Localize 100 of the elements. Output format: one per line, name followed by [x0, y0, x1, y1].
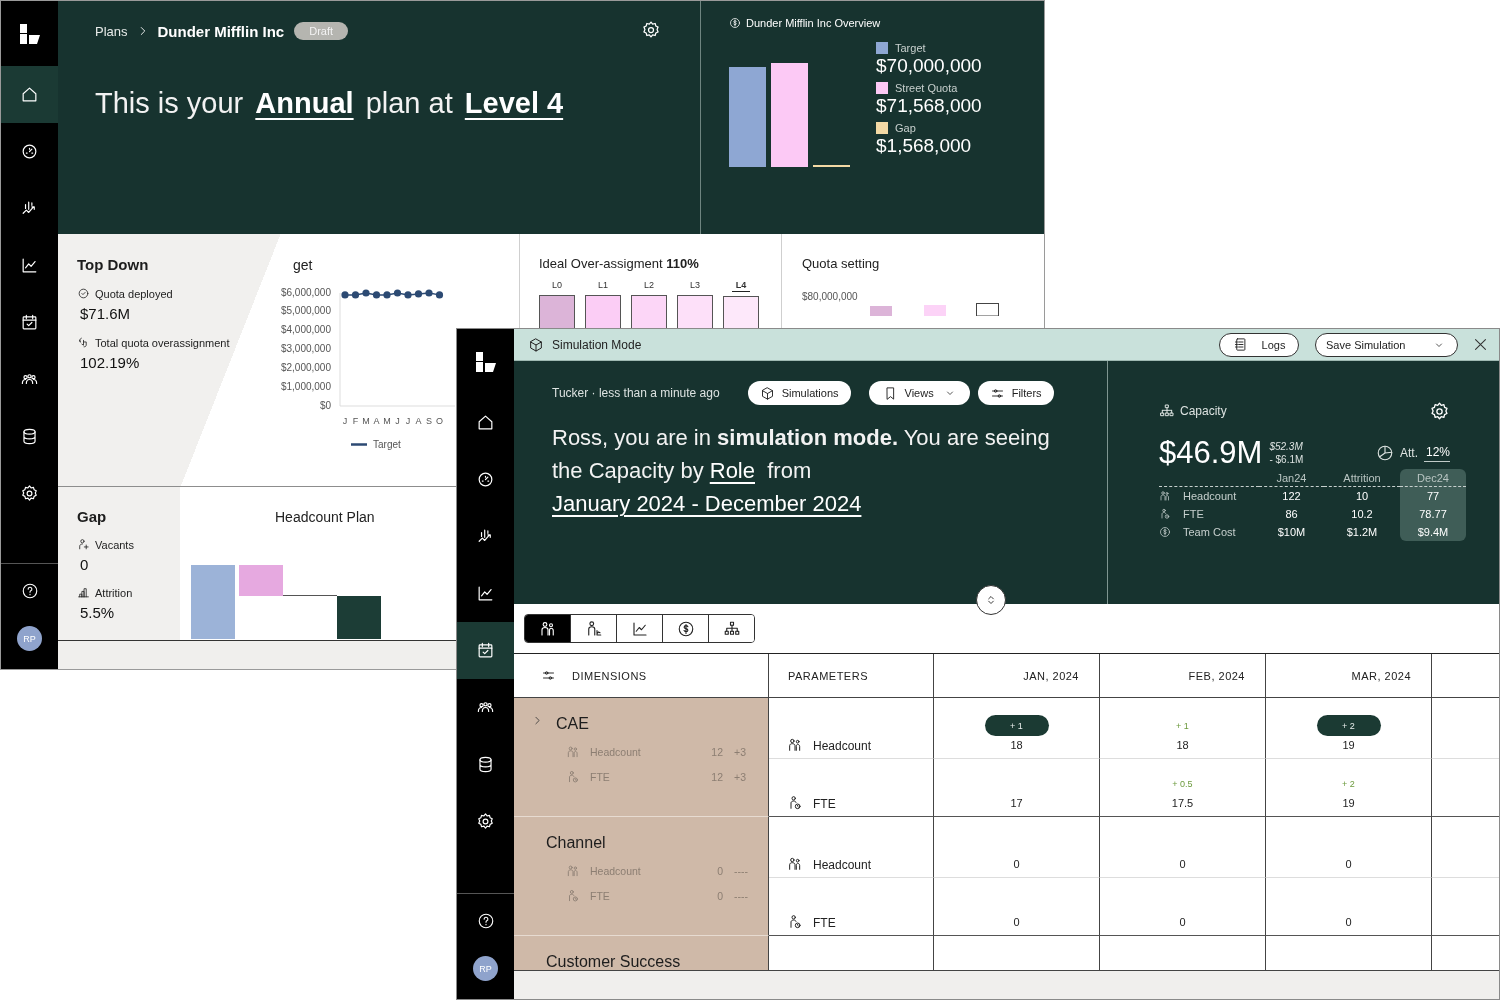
- pie-chart-icon: [1376, 444, 1394, 462]
- attrition-field[interactable]: 12%: [1424, 444, 1450, 462]
- column-header: FEB, 2024: [1188, 669, 1245, 682]
- views-dropdown[interactable]: Views: [868, 381, 970, 405]
- data-point: [393, 289, 402, 297]
- breadcrumb-link[interactable]: Plans: [95, 23, 128, 39]
- table-cell: 0: [1345, 858, 1352, 870]
- column-header: Dec24: [1400, 469, 1466, 487]
- table-cell-text: 122: [1281, 489, 1302, 504]
- role-link[interactable]: Role: [709, 458, 755, 483]
- table-cell: 19: [1342, 739, 1355, 751]
- axis-tick-label: $4,000,000: [280, 324, 331, 336]
- people-icon: [538, 619, 557, 638]
- column-header: DIMENSIONS: [572, 669, 647, 682]
- level-link[interactable]: Level 4: [464, 87, 564, 119]
- gauge-icon: [476, 470, 495, 489]
- table-cell: $9.4M: [1400, 523, 1466, 541]
- panel-title: Capacity: [1180, 404, 1227, 418]
- card-title: Ideal Over-assigment 110%: [539, 256, 700, 271]
- logs-button[interactable]: Logs: [1219, 332, 1299, 357]
- settings-icon: [20, 484, 39, 503]
- database-icon: [20, 427, 39, 446]
- summary-delta: +3: [734, 745, 746, 758]
- row-label: FTE: [1183, 508, 1204, 520]
- calendar-icon: [20, 313, 39, 332]
- summary-label: Headcount: [590, 864, 642, 877]
- logo: [474, 350, 497, 373]
- table-cell: 0: [1013, 858, 1020, 870]
- table-cell: 18: [1176, 739, 1189, 751]
- parameter-label: FTE: [813, 797, 836, 811]
- people-icon: [787, 737, 803, 753]
- legend-label: Target: [895, 42, 926, 54]
- people-icon: [1159, 490, 1171, 502]
- breadcrumb-current: Dunder Mifflin Inc: [157, 22, 285, 40]
- view-tab[interactable]: [525, 615, 571, 642]
- simulations-button[interactable]: Simulations: [747, 381, 851, 405]
- close-button[interactable]: [1472, 336, 1489, 353]
- org-chart-icon: [722, 619, 741, 638]
- axis-tick-label: O: [436, 416, 443, 426]
- data-point: [362, 289, 370, 297]
- summary-count: 0: [716, 889, 723, 902]
- home-icon: [20, 85, 39, 104]
- group-name: CAE: [556, 715, 589, 733]
- level-tab[interactable]: L1: [598, 280, 608, 291]
- nav-item[interactable]: [457, 622, 514, 679]
- plan-headline: This is your Annual plan at Level 4: [95, 87, 565, 120]
- line-chart-icon: [20, 256, 39, 275]
- level-tab[interactable]: L2: [644, 280, 654, 291]
- column-header: PARAMETERS: [788, 669, 868, 682]
- summary-delta: ----: [734, 889, 748, 902]
- logo: [18, 22, 41, 45]
- table-cell-text: 10: [1354, 489, 1370, 504]
- legend-label: Street Quota: [895, 82, 958, 94]
- dollar-icon: [729, 17, 741, 29]
- sliders-icon: [541, 668, 556, 683]
- summary-count: 0: [716, 864, 723, 877]
- axis-tick-label: $1,000,000: [280, 380, 331, 392]
- axis-tick-label: $5,000,000: [280, 305, 331, 317]
- dollar-icon: [1159, 526, 1171, 538]
- axis-tick-label: $3,000,000: [280, 343, 331, 355]
- card-title: Top Down: [77, 256, 150, 273]
- table-cell: 0: [1345, 916, 1352, 928]
- table-cell: 0: [1179, 916, 1186, 928]
- legend-value: $71,568,000: [876, 95, 982, 117]
- cube-icon: [759, 385, 775, 401]
- data-point: [351, 291, 360, 299]
- card-title: Gap: [77, 508, 108, 525]
- list-icon: [1232, 337, 1248, 352]
- metric-label: Total quota overassignment: [95, 336, 230, 349]
- simulation-message: Ross, you are in simulation mode. You are seeing the Capacity by Role from January 2024 - December 2024: [552, 424, 1051, 518]
- axis-tick-label: $2,000,000: [280, 361, 331, 373]
- people-icon: [566, 744, 580, 759]
- previous-total: $52.3M: [1269, 440, 1304, 453]
- legend-item: Target: [351, 439, 401, 450]
- legend-label: Target: [373, 439, 402, 450]
- axis-tick-label: J: [342, 416, 348, 426]
- axis-tick-label: J: [395, 416, 400, 426]
- filters-button[interactable]: Filters: [977, 381, 1054, 405]
- save-simulation-dropdown[interactable]: Save Simulation: [1315, 332, 1458, 357]
- data-point: [341, 291, 349, 299]
- person-plus-icon: [77, 538, 90, 551]
- period-link[interactable]: Annual: [255, 87, 354, 119]
- axis-tick-label: $80,000,000: [802, 291, 858, 302]
- column-header: Jan24: [1259, 469, 1324, 487]
- level-tab[interactable]: L0: [552, 280, 562, 291]
- metric-value: 0: [80, 556, 90, 573]
- table-cell: 78.77: [1400, 505, 1466, 523]
- metric-value: $71.6M: [80, 305, 132, 322]
- summary-count: 12: [710, 745, 723, 758]
- date-range-link[interactable]: January 2024 - December 2024: [552, 491, 862, 516]
- level-tab[interactable]: L4: [731, 280, 751, 292]
- dollar-icon: [676, 619, 695, 638]
- data-point: [404, 291, 412, 299]
- table-cell: 77: [1400, 487, 1466, 505]
- check-circle-icon: [77, 287, 90, 300]
- person-clock-icon: [566, 888, 580, 903]
- legend-value: $70,000,000: [876, 55, 982, 77]
- settings-icon: [1429, 401, 1450, 422]
- table-cell: 18: [1010, 739, 1023, 751]
- level-tab[interactable]: L3: [690, 280, 700, 291]
